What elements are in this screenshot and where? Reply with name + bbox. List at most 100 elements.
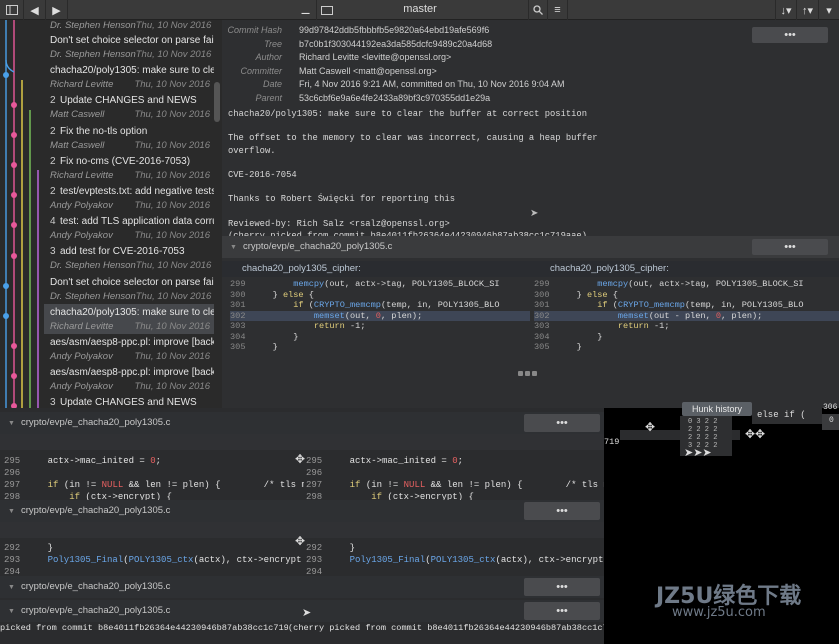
commit-byline: Andy Polyakov Thu, 10 Nov 2016 bbox=[50, 350, 214, 363]
commit-row[interactable]: aes/asm/aesp8-ppc.pl: improve [backwa And… bbox=[44, 334, 214, 364]
commit-message: chacha20/poly1305: make sure to clear bbox=[50, 306, 214, 320]
more-icon[interactable]: ▾ bbox=[819, 0, 839, 20]
code-text: } bbox=[252, 342, 278, 352]
metadata-row: Author Richard Levitte <levitte@openssl.o… bbox=[222, 51, 782, 64]
expand-context-dots[interactable] bbox=[518, 365, 539, 379]
commit-byline: Matt Caswell Thu, 10 Nov 2016 bbox=[50, 108, 214, 121]
code-line: 292 } bbox=[4, 542, 304, 554]
commit-row[interactable]: 4 test: add TLS application data corrup An… bbox=[44, 213, 214, 243]
disclosure-triangle-icon[interactable]: ▼ bbox=[230, 244, 237, 251]
code-line: 301 if (CRYPTO_memcmp(temp, in, POLY1305… bbox=[230, 300, 530, 311]
commit-row[interactable]: 2 Fix no-cms (CVE-2016-7053) Richard Levit… bbox=[44, 153, 214, 183]
commit-row[interactable]: 2 Update CHANGES and NEWS Matt Caswell Thu,… bbox=[44, 92, 214, 122]
commit-message: aes/asm/aesp8-ppc.pl: improve [backwa bbox=[50, 336, 214, 350]
history-file-path-2: crypto/evp/e_chacha20_poly1305.c bbox=[20, 505, 171, 516]
metadata-key: Tree bbox=[264, 38, 282, 49]
code-text: Poly1305_Final(POLY1305_ctx(actx), ctx->… bbox=[349, 555, 604, 565]
line-number: 299 bbox=[534, 279, 550, 289]
popup-line-number: 719 bbox=[604, 437, 620, 447]
history-file-header-2[interactable]: ▼ crypto/evp/e_chacha20_poly1305.c ••• bbox=[0, 500, 604, 522]
commit-message: 3 Update CHANGES and NEWS bbox=[50, 396, 214, 408]
history-more-button-3[interactable]: ••• bbox=[524, 578, 600, 596]
line-number: 299 bbox=[230, 279, 246, 289]
line-number: 293 bbox=[306, 555, 323, 565]
commit-row[interactable]: 2 test/evptests.txt: add negative tests An… bbox=[44, 183, 214, 213]
commit-row[interactable]: Dr. Stephen Henson Thu, 10 Nov 2016 bbox=[44, 20, 214, 32]
line-number: 300 bbox=[230, 289, 246, 300]
commit-row[interactable]: Don't set choice selector on parse failu… bbox=[44, 32, 214, 62]
sidebar-scrollbar[interactable] bbox=[214, 82, 220, 122]
history-more-button-4[interactable]: ••• bbox=[524, 602, 600, 620]
commit-author: Richard Levitte bbox=[50, 79, 114, 91]
line-number: 302 bbox=[230, 310, 246, 321]
line-number: 301 bbox=[230, 300, 246, 310]
stash-icon[interactable]: ⚊ bbox=[295, 0, 317, 20]
commit-more-button[interactable]: ••• bbox=[752, 27, 828, 43]
file-more-button[interactable]: ••• bbox=[752, 239, 828, 255]
diff-left: 299 memcpy(out, actx->tag, POLY1305_BLOC… bbox=[230, 279, 530, 359]
code-line: 293 Poly1305_Final(POLY1305_ctx(actx), c… bbox=[306, 554, 604, 566]
commit-date: Thu, 10 Nov 2016 bbox=[134, 79, 210, 91]
commit-date: Thu, 10 Nov 2016 bbox=[135, 49, 212, 60]
commit-row[interactable]: chacha20/poly1305: make sure to clear Ric… bbox=[44, 62, 214, 92]
metadata-key: Committer bbox=[240, 65, 282, 76]
popup-grid: 0 3 2 2 2 2 2 2 2 2 2 2 3 2 2 2 bbox=[688, 418, 718, 450]
code-line: 299 memcpy(out, actx->tag, POLY1305_BLOC… bbox=[230, 279, 530, 290]
metadata-value[interactable]: 53c6cbf6e9a6e4fe2433a89bf3c970355dd1e29a bbox=[299, 92, 490, 105]
history-more-button-1[interactable]: ••• bbox=[524, 414, 600, 432]
metadata-value[interactable]: b7c0b1f303044192ea3da585dcfc9489c20a4d68 bbox=[299, 38, 492, 51]
commit-author: Andy Polyakov bbox=[50, 381, 113, 393]
commit-author: Matt Caswell bbox=[50, 139, 105, 151]
commit-byline: Dr. Stephen Henson Thu, 10 Nov 2016 bbox=[50, 259, 214, 272]
terminal-icon[interactable] bbox=[317, 0, 337, 20]
commit-row[interactable]: 2 Fix the no-tls option Matt Caswell Thu, 1… bbox=[44, 123, 214, 153]
commit-row[interactable]: 3 Update CHANGES and NEWS bbox=[44, 394, 214, 408]
line-number: 305 bbox=[534, 342, 550, 352]
commit-message-text: Don't set choice selector on parse failu… bbox=[50, 35, 214, 46]
history-diff-right-1: 295 actx->mac_inited = 0; 296 297 if (in !… bbox=[306, 455, 604, 503]
commit-row[interactable]: chacha20/poly1305: make sure to clear Ric… bbox=[44, 303, 214, 334]
forward-arrow-icon[interactable]: ▶ bbox=[46, 0, 68, 20]
metadata-value[interactable]: 99d97842ddb5fbbbfb5e9820a64ebd19afe569f6 bbox=[299, 24, 489, 37]
code-text: } bbox=[556, 331, 603, 342]
file-path: crypto/evp/e_chacha20_poly1305.c bbox=[242, 241, 393, 252]
history-file-header-3[interactable]: ▼ crypto/evp/e_chacha20_poly1305.c ••• bbox=[0, 576, 604, 598]
move-cursor-icon: ✥ bbox=[295, 534, 306, 548]
back-arrow-icon[interactable]: ◀ bbox=[24, 0, 46, 20]
metadata-row: Committer Matt Caswell <matt@openssl.org> bbox=[222, 65, 782, 78]
history-more-button-2[interactable]: ••• bbox=[524, 502, 600, 520]
push-icon[interactable]: ↑▾ bbox=[797, 0, 819, 20]
line-number: 292 bbox=[4, 543, 21, 553]
commit-message-text: aes/asm/aesp8-ppc.pl: improve [backwa bbox=[50, 336, 214, 348]
popup-line-number: 306 bbox=[823, 403, 838, 412]
commit-message-text: aes/asm/aesp8-ppc.pl: improve [backwa bbox=[50, 367, 214, 379]
metadata-row: Commit Hash 99d97842ddb5fbbbfb5e9820a64eb… bbox=[222, 24, 782, 37]
code-text: if (in != NULL && len != plen) { /* tls … bbox=[349, 480, 604, 490]
watermark-url: www.jz5u.com bbox=[672, 605, 766, 620]
spacer bbox=[0, 434, 604, 450]
code-line: 292 } bbox=[306, 542, 604, 554]
commit-message: 2 Fix no-cms (CVE-2016-7053) bbox=[50, 155, 214, 169]
code-text: actx->mac_inited = 0; bbox=[26, 456, 162, 466]
commit-row[interactable]: 3 add test for CVE-2016-7053 Dr. Stephen H… bbox=[44, 243, 214, 273]
popup-digit: 0 bbox=[829, 416, 834, 425]
code-text: memcpy(out, actx->tag, POLY1305_BLOCK_SI bbox=[293, 279, 500, 289]
history-file-path-1: crypto/evp/e_chacha20_poly1305.c bbox=[20, 417, 171, 428]
toolbar: ◀ ▶ ⚊ master ≡ ↓▾ ↑▾ ▾ bbox=[0, 0, 839, 20]
history-file-header-1[interactable]: ▼ crypto/evp/e_chacha20_poly1305.c ••• bbox=[0, 412, 604, 434]
commit-date: Thu, 10 Nov 2016 bbox=[135, 260, 212, 272]
commit-badge: 3 bbox=[50, 397, 56, 408]
code-text: } bbox=[556, 342, 582, 352]
fetch-icon[interactable]: ↓▾ bbox=[775, 0, 797, 20]
search-icon[interactable] bbox=[528, 0, 548, 20]
code-text: memset(out - plen, 0, plen); bbox=[617, 310, 763, 321]
commit-row[interactable]: aes/asm/aesp8-ppc.pl: improve [backwa And… bbox=[44, 364, 214, 394]
metadata-key: Author bbox=[255, 52, 282, 62]
list-icon[interactable]: ≡ bbox=[548, 0, 568, 20]
line-number: 301 bbox=[534, 300, 550, 310]
commit-byline: Matt Caswell Thu, 10 Nov 2016 bbox=[50, 139, 214, 152]
file-header[interactable]: ▼ crypto/evp/e_chacha20_poly1305.c bbox=[222, 236, 839, 258]
commit-author: Dr. Stephen Henson bbox=[50, 260, 136, 272]
commit-row[interactable]: Don't set choice selector on parse failu… bbox=[44, 274, 214, 304]
sidebar-toggle-icon[interactable] bbox=[0, 0, 24, 20]
